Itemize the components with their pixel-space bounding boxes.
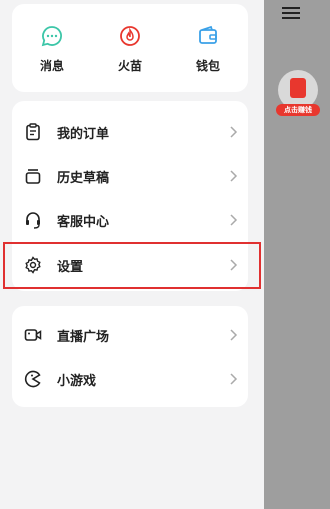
menu-item-live-square[interactable]: 直播广场 [12,314,248,356]
red-envelope-icon [290,78,306,98]
settings-highlight-box [3,242,261,289]
chevron-right-icon [230,329,238,341]
quick-action-label: 消息 [39,59,64,73]
menu-item-drafts[interactable]: 历史草稿 [12,155,248,197]
headset-icon [26,212,40,229]
chevron-right-icon [230,126,238,138]
extra-card: 直播广场 小游戏 [12,306,248,407]
menu-item-label: 历史草稿 [57,170,110,186]
game-icon [24,370,41,388]
menu-item-orders[interactable]: 我的订单 [12,111,248,153]
menu-item-label: 小游戏 [57,373,97,389]
side-drawer: 消息 火苗 钱包 我的订单 历史草稿 客服中心 设置 直播广场 小游戏 [0,0,264,509]
order-icon [26,123,40,141]
chevron-right-icon [230,214,238,226]
promo-badge: 点击赚钱 [276,104,320,116]
hamburger-menu-icon[interactable] [280,4,302,22]
menu-item-mini-games[interactable]: 小游戏 [12,358,248,400]
quick-action-messages[interactable]: 消息 [22,24,82,74]
promo-red-packet[interactable]: 点击赚钱 [276,70,320,120]
menu-item-label: 直播广场 [57,329,110,345]
menu-item-label: 我的订单 [57,126,110,142]
menu-item-label: 客服中心 [57,214,110,230]
quick-action-label: 火苗 [117,59,142,73]
chevron-right-icon [230,373,238,385]
menu-item-support[interactable]: 客服中心 [12,199,248,241]
quick-action-wallet[interactable]: 钱包 [178,24,238,74]
quick-action-flame[interactable]: 火苗 [100,24,160,74]
live-camera-icon [24,329,42,341]
flame-icon [120,26,140,46]
message-icon [41,26,62,47]
quick-action-label: 钱包 [195,59,220,73]
quick-actions-card: 消息 火苗 钱包 [12,4,248,92]
chevron-right-icon [230,170,238,182]
wallet-icon [199,25,217,44]
draft-icon [25,169,41,184]
